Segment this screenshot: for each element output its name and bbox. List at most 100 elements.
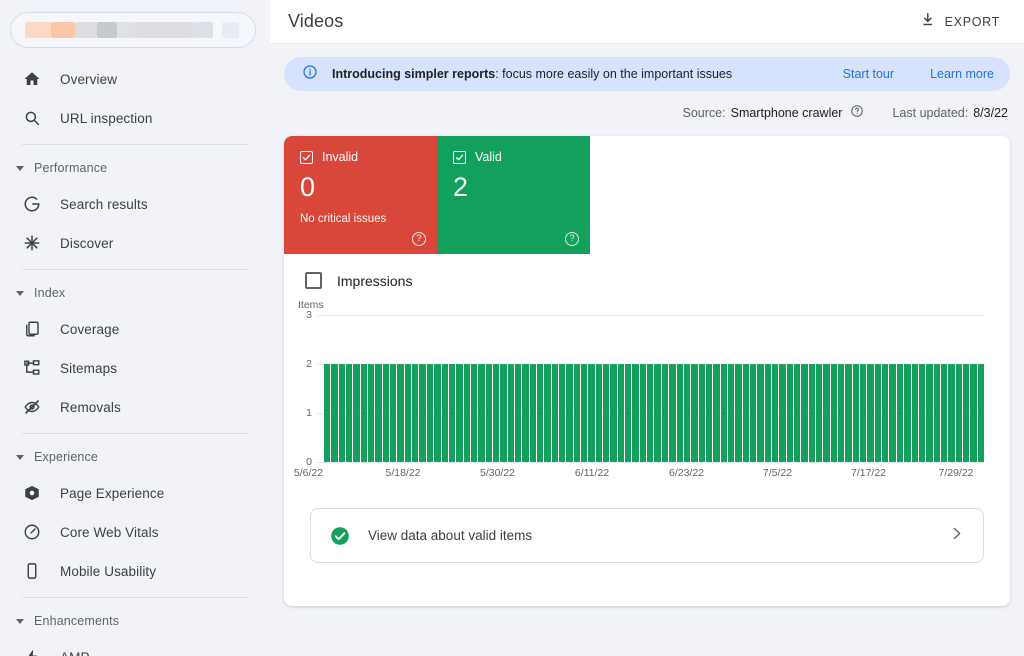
chart-bar[interactable] <box>816 364 822 462</box>
status-card-valid[interactable]: Valid 2 ? <box>437 136 590 254</box>
chart-bar[interactable] <box>456 364 462 462</box>
chart-bar[interactable] <box>919 364 925 462</box>
chart-bar[interactable] <box>838 364 844 462</box>
chart-bar[interactable] <box>353 364 359 462</box>
chart-bar[interactable] <box>970 364 976 462</box>
sidebar-item-discover[interactable]: Discover <box>0 226 248 260</box>
chart-bar[interactable] <box>860 364 866 462</box>
chart-bar[interactable] <box>809 364 815 462</box>
chart-bar[interactable] <box>383 364 389 462</box>
chart-bar[interactable] <box>559 364 565 462</box>
chart-bar[interactable] <box>978 364 984 462</box>
chart-bar[interactable] <box>552 364 558 462</box>
chart-bar[interactable] <box>684 364 690 462</box>
impressions-toggle[interactable]: Impressions <box>284 254 1010 289</box>
chart-bar[interactable] <box>735 364 741 462</box>
chart-bar[interactable] <box>654 364 660 462</box>
unchecked-checkbox-icon[interactable] <box>305 272 322 289</box>
chart-bar[interactable] <box>508 364 514 462</box>
chart-bar[interactable] <box>375 364 381 462</box>
chart-bar[interactable] <box>823 364 829 462</box>
sidebar-group-experience[interactable]: Experience <box>0 443 270 471</box>
chart-bar[interactable] <box>581 364 587 462</box>
chart-bar[interactable] <box>390 364 396 462</box>
sidebar-item-sitemaps[interactable]: Sitemaps <box>0 351 248 385</box>
chart-bar[interactable] <box>346 364 352 462</box>
chart-bar[interactable] <box>882 364 888 462</box>
chart-bar[interactable] <box>787 364 793 462</box>
start-tour-link[interactable]: Start tour <box>843 67 894 81</box>
chart-bar[interactable] <box>361 364 367 462</box>
chart-bar[interactable] <box>831 364 837 462</box>
chart-bar[interactable] <box>897 364 903 462</box>
chart-bar[interactable] <box>904 364 910 462</box>
chart-bar[interactable] <box>618 364 624 462</box>
sidebar-item-removals[interactable]: Removals <box>0 390 248 424</box>
chart-bar[interactable] <box>845 364 851 462</box>
chart-bar[interactable] <box>566 364 572 462</box>
chart-bar[interactable] <box>941 364 947 462</box>
chart-bar[interactable] <box>757 364 763 462</box>
chart-bar[interactable] <box>331 364 337 462</box>
learn-more-link[interactable]: Learn more <box>930 67 994 81</box>
chart-bar[interactable] <box>934 364 940 462</box>
chart-bar[interactable] <box>706 364 712 462</box>
view-valid-items-row[interactable]: View data about valid items <box>310 508 984 563</box>
chart-bar[interactable] <box>801 364 807 462</box>
sidebar-item-mobile-usability[interactable]: Mobile Usability <box>0 554 248 588</box>
sidebar-item-overview[interactable]: Overview <box>0 62 248 96</box>
chart-bar[interactable] <box>963 364 969 462</box>
help-circle-icon[interactable]: ? <box>565 232 579 246</box>
chart-bar[interactable] <box>530 364 536 462</box>
checked-checkbox-icon[interactable] <box>300 151 313 164</box>
chart-bar[interactable] <box>412 364 418 462</box>
chart-bar[interactable] <box>339 364 345 462</box>
chart-bar[interactable] <box>699 364 705 462</box>
chart-bar[interactable] <box>750 364 756 462</box>
chart-bar[interactable] <box>625 364 631 462</box>
chart-bar[interactable] <box>500 364 506 462</box>
chart-bar[interactable] <box>662 364 668 462</box>
chart-bar[interactable] <box>647 364 653 462</box>
chart-bar[interactable] <box>405 364 411 462</box>
chart-bar[interactable] <box>449 364 455 462</box>
chart-bar[interactable] <box>926 364 932 462</box>
status-card-invalid[interactable]: Invalid 0 No critical issues ? <box>284 136 437 254</box>
sidebar-group-performance[interactable]: Performance <box>0 154 270 182</box>
chart-bar[interactable] <box>442 364 448 462</box>
chart-bar[interactable] <box>721 364 727 462</box>
chart-bar[interactable] <box>875 364 881 462</box>
chart-bar[interactable] <box>956 364 962 462</box>
chart-bar[interactable] <box>853 364 859 462</box>
chart-bar[interactable] <box>486 364 492 462</box>
chart-bar[interactable] <box>493 364 499 462</box>
export-button[interactable]: EXPORT <box>912 6 1008 38</box>
property-selector[interactable] <box>10 12 256 48</box>
chart-bar[interactable] <box>478 364 484 462</box>
chart-bar[interactable] <box>794 364 800 462</box>
chart-bar[interactable] <box>713 364 719 462</box>
sidebar-item-page-experience[interactable]: Page Experience <box>0 476 248 510</box>
sidebar-item-search-results[interactable]: Search results <box>0 187 248 221</box>
chart-bar[interactable] <box>912 364 918 462</box>
sidebar-item-core-web-vitals[interactable]: Core Web Vitals <box>0 515 248 549</box>
chart-bar[interactable] <box>588 364 594 462</box>
help-circle-icon[interactable] <box>850 104 864 121</box>
chart-bar[interactable] <box>743 364 749 462</box>
chart-bar[interactable] <box>515 364 521 462</box>
chart-bar[interactable] <box>948 364 954 462</box>
chart-bar[interactable] <box>324 364 330 462</box>
chart-bar[interactable] <box>397 364 403 462</box>
chart-bar[interactable] <box>779 364 785 462</box>
checked-checkbox-icon[interactable] <box>453 151 466 164</box>
chart-bar[interactable] <box>464 364 470 462</box>
sidebar-item-coverage[interactable]: Coverage <box>0 312 248 346</box>
chart-bar[interactable] <box>427 364 433 462</box>
chart-bar[interactable] <box>640 364 646 462</box>
chart-bar[interactable] <box>544 364 550 462</box>
chart-bar[interactable] <box>574 364 580 462</box>
chart-bar[interactable] <box>867 364 873 462</box>
chart-bar[interactable] <box>368 364 374 462</box>
chart-bar[interactable] <box>434 364 440 462</box>
help-circle-icon[interactable]: ? <box>412 232 426 246</box>
